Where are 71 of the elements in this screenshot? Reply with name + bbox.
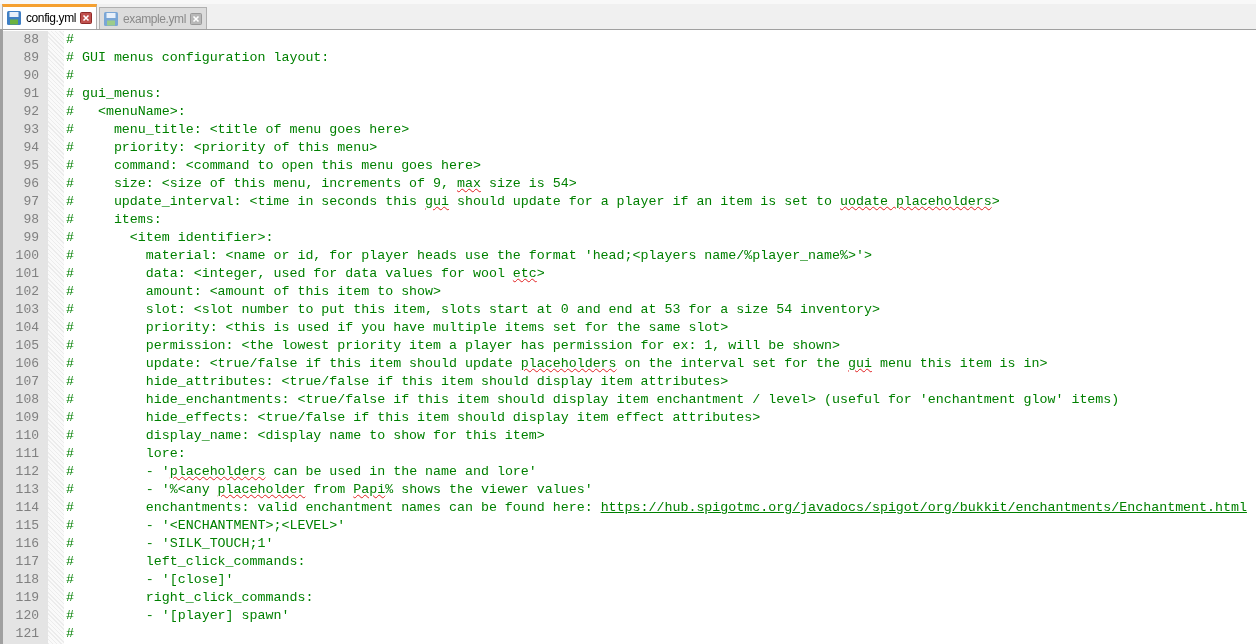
- code-line: # - 'SILK_TOUCH;1': [65, 535, 274, 553]
- line-number: 101: [14, 265, 40, 283]
- line-number: 100: [14, 247, 40, 265]
- code-line: # - '%<any placeholder from Papi% shows the viewer values': [65, 481, 593, 499]
- code-line: # gui_menus:: [65, 85, 162, 103]
- code-line: # <item identifier>:: [65, 229, 274, 247]
- line-number: 108: [14, 391, 40, 409]
- line-number: 113: [14, 481, 40, 499]
- code-line: #: [65, 625, 74, 643]
- code-line: # - 'placeholders can be used in the name and lore': [65, 463, 537, 481]
- line-number: 91: [22, 85, 40, 103]
- code-line: # - '<ENCHANTMENT>;<LEVEL>': [65, 517, 346, 535]
- code-line: # - '[player] spawn': [65, 607, 290, 625]
- line-number: 115: [14, 517, 40, 535]
- code-line: # update_interval: <time in seconds this gui should update for a player if an item is set to uodate placeholders>: [65, 193, 1000, 211]
- line-number: 104: [14, 319, 40, 337]
- line-number: 112: [14, 463, 40, 481]
- code-line: # size: <size of this menu, increments of 9, max size is 54>: [65, 175, 577, 193]
- line-number: 92: [22, 103, 40, 121]
- line-number: 88: [22, 31, 40, 49]
- code-line: # <menuName>:: [65, 103, 186, 121]
- code-line: # priority: <priority of this menu>: [65, 139, 378, 157]
- line-number: 93: [22, 121, 40, 139]
- line-number: 114: [14, 499, 40, 517]
- line-number: 103: [14, 301, 40, 319]
- line-number: 94: [22, 139, 40, 157]
- code-line: # update: <true/false if this item should update placeholders on the interval set for the gui menu this item is in>: [65, 355, 1048, 373]
- code-line: # amount: <amount of this item to show>: [65, 283, 442, 301]
- code-line: # hide_attributes: <true/false if this item should display item attributes>: [65, 373, 729, 391]
- line-number: 109: [14, 409, 40, 427]
- line-number: 107: [14, 373, 40, 391]
- code-line: # GUI menus configuration layout:: [65, 49, 330, 67]
- code-line: # right_click_commands:: [65, 589, 314, 607]
- line-number: 105: [14, 337, 40, 355]
- line-number: 110: [14, 427, 40, 445]
- code-line: # hide_effects: <true/false if this item should display item effect attributes>: [65, 409, 761, 427]
- line-number: 102: [14, 283, 40, 301]
- line-number: 96: [22, 175, 40, 193]
- code-line: # permission: <the lowest priority item a player has permission for ex: 1, will be shown>: [65, 337, 840, 355]
- line-number: 99: [22, 229, 40, 247]
- code-line: # items:: [65, 211, 162, 229]
- code-line: # priority: <this is used if you have multiple items set for the same slot>: [65, 319, 729, 337]
- code-line: # lore:: [65, 445, 186, 463]
- code-line: # left_click_commands:: [65, 553, 306, 571]
- line-number: 106: [14, 355, 40, 373]
- line-number: 90: [22, 67, 40, 85]
- link[interactable]: https://hub.spigotmc.org/javadocs/spigot/org/bukkit/enchantments/Enchantment.html: [600, 500, 1247, 515]
- code-line: # menu_title: <title of menu goes here>: [65, 121, 410, 139]
- close-icon[interactable]: [80, 12, 93, 24]
- code-line: #: [65, 67, 74, 85]
- code-line: #: [65, 31, 74, 49]
- line-number: 95: [22, 157, 40, 175]
- code-line: # hide_enchantments: <true/false if this item should display item enchantment / level> (useful for 'enchantment glow' items): [65, 391, 1120, 409]
- code-line: # data: <integer, used for data values for wool etc>: [65, 265, 545, 283]
- code-line: # display_name: <display name to show for this item>: [65, 427, 545, 445]
- line-number: 116: [14, 535, 40, 553]
- line-number: 120: [14, 607, 40, 625]
- line-number: 89: [22, 49, 40, 67]
- code-line: # material: <name or id, for player heads use the format 'head;<players name/%player_name%>'>: [65, 247, 872, 265]
- code-line: # - '[close]': [65, 571, 234, 589]
- code-line: # enchantments: valid enchantment names can be found here: https://hub.spigotmc.org/javadocs/spigot/org/bukkit/enchantments/Enchantment.html: [65, 499, 1247, 517]
- code-line: # command: <command to open this menu goes here>: [65, 157, 481, 175]
- line-number: 118: [14, 571, 40, 589]
- line-number: 121: [14, 625, 40, 643]
- line-number: 111: [14, 445, 40, 463]
- line-number: 97: [22, 193, 40, 211]
- line-number: 117: [14, 553, 40, 571]
- line-number: 98: [22, 211, 40, 229]
- code-line: # slot: <slot number to put this item, slots start at 0 and end at 53 for a size 54 inventory>: [65, 301, 880, 319]
- line-number: 119: [14, 589, 40, 607]
- file-tab[interactable]: config.yml: [2, 4, 98, 29]
